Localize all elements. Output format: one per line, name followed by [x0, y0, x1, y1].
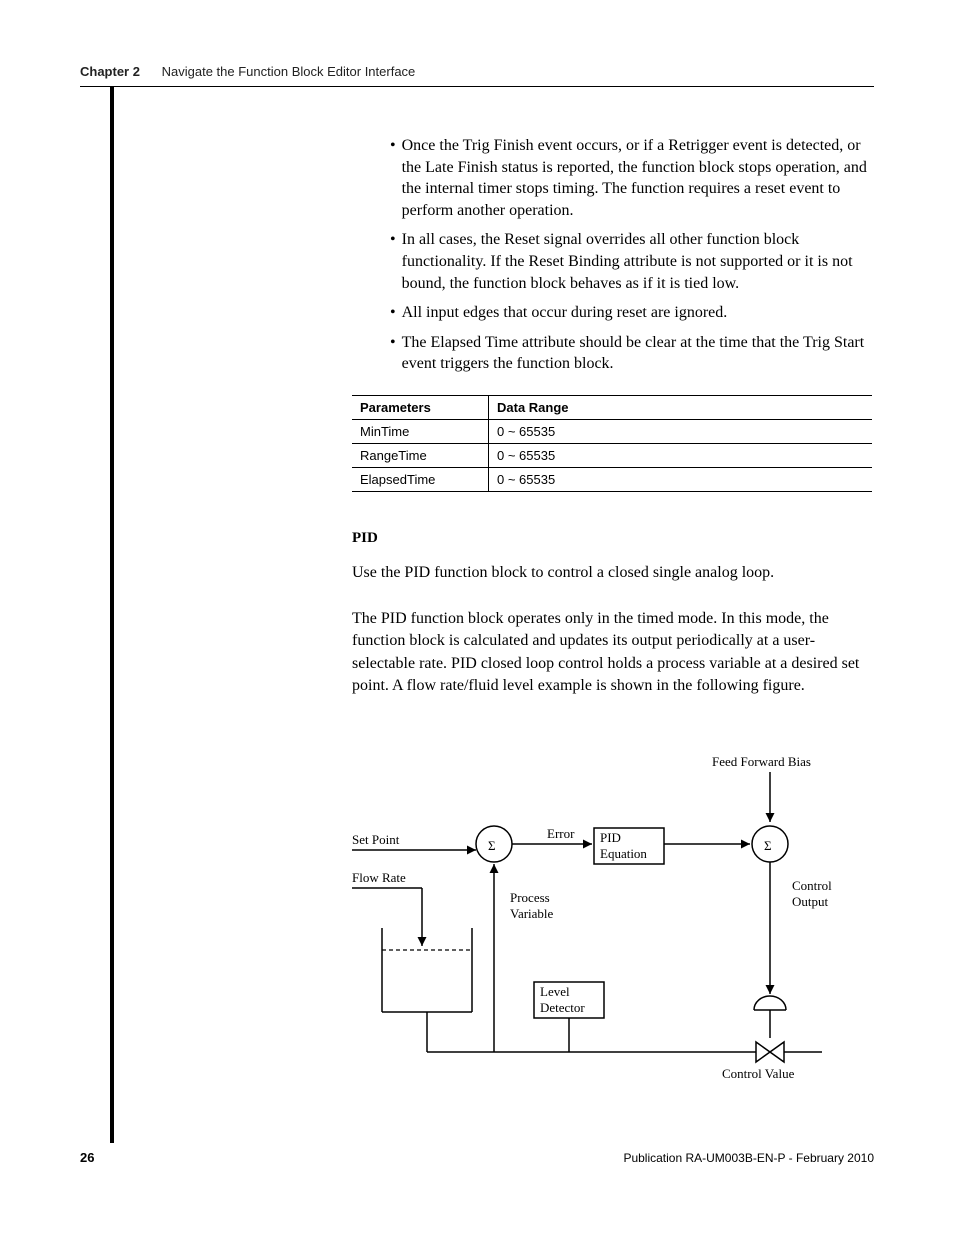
margin-rule — [110, 86, 114, 1143]
list-item: • The Elapsed Time attribute should be c… — [390, 332, 874, 375]
label-set-point: Set Point — [352, 832, 400, 847]
list-item-text: In all cases, the Reset signal overrides… — [402, 229, 874, 294]
page-header: Chapter 2 Navigate the Function Block Ed… — [80, 64, 874, 79]
bullet-icon: • — [390, 135, 396, 221]
label-process2: Variable — [510, 906, 554, 921]
page: Chapter 2 Navigate the Function Block Ed… — [0, 0, 954, 1235]
bullet-list: • Once the Trig Finish event occurs, or … — [390, 135, 874, 383]
table-header-row: Parameters Data Range — [352, 396, 872, 420]
sigma-right: Σ — [764, 838, 772, 853]
list-item: • In all cases, the Reset signal overrid… — [390, 229, 874, 294]
list-item-text: All input edges that occur during reset … — [402, 302, 728, 324]
label-flow-rate: Flow Rate — [352, 870, 406, 885]
cell-range: 0 ~ 65535 — [489, 468, 873, 492]
publication-info: Publication RA-UM003B-EN-P - February 20… — [623, 1151, 874, 1165]
chapter-title: Navigate the Function Block Editor Inter… — [162, 64, 416, 79]
actuator-icon — [754, 996, 786, 1010]
table-row: RangeTime 0 ~ 65535 — [352, 444, 872, 468]
cell-range: 0 ~ 65535 — [489, 444, 873, 468]
bullet-icon: • — [390, 229, 396, 294]
table-header-data-range: Data Range — [489, 396, 873, 420]
list-item-text: Once the Trig Finish event occurs, or if… — [402, 135, 874, 221]
table-header-parameters: Parameters — [352, 396, 489, 420]
cell-range: 0 ~ 65535 — [489, 420, 873, 444]
cell-param: ElapsedTime — [352, 468, 489, 492]
label-error: Error — [547, 826, 575, 841]
cell-param: RangeTime — [352, 444, 489, 468]
header-rule — [80, 86, 874, 87]
parameters-table: Parameters Data Range MinTime 0 ~ 65535 … — [352, 395, 872, 492]
chapter-number: Chapter 2 — [80, 64, 140, 79]
pid-intro-line: Use the PID function block to control a … — [352, 562, 874, 584]
label-pid-eq1: PID — [600, 830, 621, 845]
label-level2: Detector — [540, 1000, 585, 1015]
label-feed-forward: Feed Forward Bias — [712, 754, 811, 769]
bullet-icon: • — [390, 332, 396, 375]
list-item-text: The Elapsed Time attribute should be cle… — [402, 332, 874, 375]
list-item: • All input edges that occur during rese… — [390, 302, 874, 324]
label-pid-eq2: Equation — [600, 846, 647, 861]
label-process1: Process — [510, 890, 550, 905]
table-row: ElapsedTime 0 ~ 65535 — [352, 468, 872, 492]
page-number: 26 — [80, 1150, 94, 1165]
pid-description: The PID function block operates only in … — [352, 608, 874, 698]
cell-param: MinTime — [352, 420, 489, 444]
label-control-output1: Control — [792, 878, 832, 893]
table-row: MinTime 0 ~ 65535 — [352, 420, 872, 444]
label-level1: Level — [540, 984, 570, 999]
pid-diagram: Feed Forward Bias Set Point Flow Rate Σ … — [352, 752, 872, 1102]
list-item: • Once the Trig Finish event occurs, or … — [390, 135, 874, 221]
label-control-output2: Output — [792, 894, 829, 909]
pid-subheading: PID — [352, 530, 378, 547]
sigma-left: Σ — [488, 838, 496, 853]
label-control-value: Control Value — [722, 1066, 795, 1081]
control-valve-icon — [756, 1042, 784, 1062]
bullet-icon: • — [390, 302, 396, 324]
